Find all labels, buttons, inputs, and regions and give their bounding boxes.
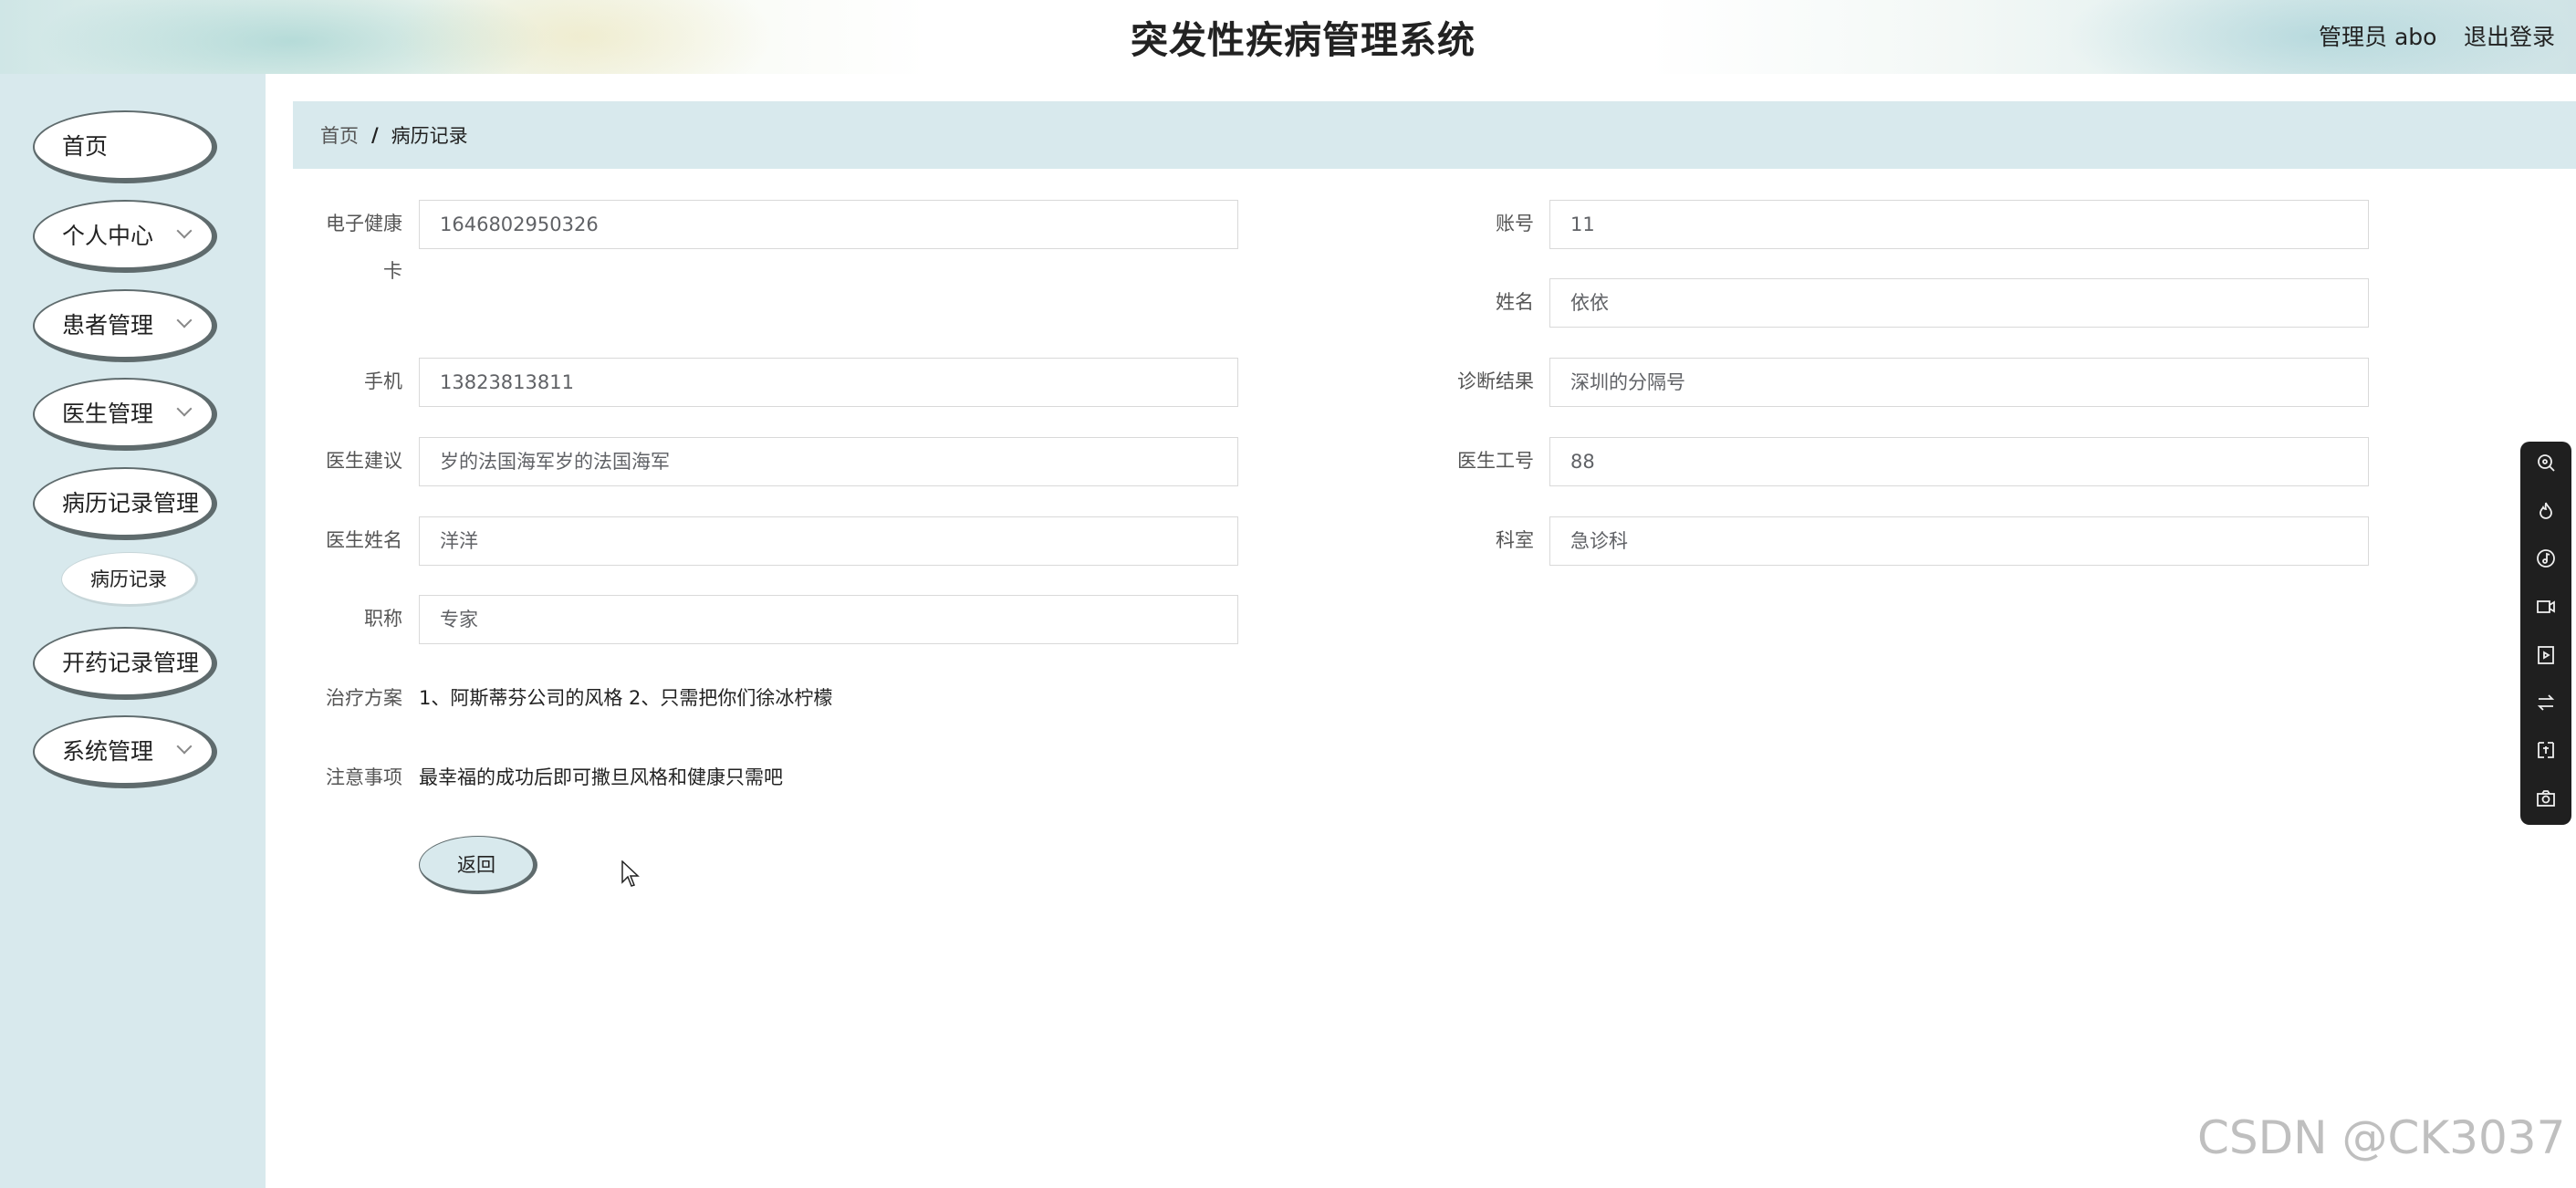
doctor-name-field[interactable]: 洋洋 <box>419 516 1238 566</box>
camera-icon[interactable] <box>2535 787 2557 809</box>
sidebar-item-home[interactable]: 首页 <box>33 110 217 183</box>
breadcrumb-home[interactable]: 首页 <box>320 121 359 149</box>
phone-field[interactable]: 13823813811 <box>419 358 1238 407</box>
diagnosis-label: 诊断结果 <box>1457 370 1534 392</box>
logout-link[interactable]: 退出登录 <box>2464 19 2555 52</box>
sidebar-item-label: 开药记录管理 <box>62 650 200 676</box>
breadcrumb: 首页 / 病历记录 <box>293 101 2576 169</box>
sidebar-item-label: 患者管理 <box>62 312 154 339</box>
header-bar: 突发性疾病管理系统 管理员 abo 退出登录 <box>0 0 2576 74</box>
sidebar-item-label: 医生管理 <box>62 401 154 427</box>
phone-label: 手机 <box>364 370 402 392</box>
sidebar-item-label: 个人中心 <box>62 223 154 249</box>
department-field[interactable]: 急诊科 <box>1549 516 2369 566</box>
search-icon[interactable] <box>2535 452 2557 474</box>
sidebar-item-patient-management[interactable]: 患者管理 <box>33 289 217 362</box>
chevron-down-icon <box>176 223 193 239</box>
title-label: 职称 <box>364 608 402 630</box>
diagnosis-field[interactable]: 深圳的分隔号 <box>1549 358 2369 407</box>
doctor-id-label: 医生工号 <box>1457 450 1534 472</box>
health-card-field[interactable]: 1646802950326 <box>419 200 1238 249</box>
play-frame-icon[interactable] <box>2535 644 2557 666</box>
sidebar-item-medical-records[interactable]: 病历记录管理 <box>33 467 217 540</box>
doctor-advice-field[interactable]: 岁的法国海军岁的法国海军 <box>419 437 1238 486</box>
chevron-down-icon <box>176 401 193 417</box>
account-label: 账号 <box>1496 213 1534 234</box>
doctor-name-label: 医生姓名 <box>326 529 402 551</box>
floating-toolbar <box>2520 442 2571 825</box>
health-card-label-line: 电子健康 <box>326 213 402 234</box>
sidebar-item-label: 系统管理 <box>62 738 154 765</box>
chevron-down-icon <box>176 738 193 755</box>
chevron-down-icon <box>176 312 193 328</box>
video-icon[interactable] <box>2535 596 2557 618</box>
department-label: 科室 <box>1496 529 1534 551</box>
app-title: 突发性疾病管理系统 <box>1131 18 1476 62</box>
sidebar-item-label: 病历记录管理 <box>62 490 200 516</box>
watermark: CSDN @CK3037 <box>2197 1111 2566 1164</box>
breadcrumb-current: 病历记录 <box>391 125 468 147</box>
sidebar-item-prescription-records[interactable]: 开药记录管理 <box>33 627 217 700</box>
title-field[interactable]: 专家 <box>419 595 1238 644</box>
doctor-advice-label: 医生建议 <box>326 450 402 472</box>
notes-text: 最幸福的成功后即可撒旦风格和健康只需吧 <box>419 766 783 788</box>
treatment-label: 治疗方案 <box>326 687 402 709</box>
music-icon[interactable] <box>2535 547 2557 569</box>
sidebar-item-system-management[interactable]: 系统管理 <box>33 715 217 788</box>
sidebar-item-label: 首页 <box>62 133 109 160</box>
sidebar-item-personal-center[interactable]: 个人中心 <box>33 200 217 273</box>
sidebar: 首页 个人中心 患者管理 医生管理 病历记录管理 病历记录 开药记录管理 系统管… <box>0 74 266 1188</box>
mouse-cursor-icon <box>621 860 640 887</box>
sidebar-subitem-medical-record[interactable]: 病历记录 <box>61 552 198 607</box>
breadcrumb-separator: / <box>371 124 379 146</box>
name-field[interactable]: 依依 <box>1549 278 2369 328</box>
swap-icon[interactable] <box>2535 692 2557 714</box>
doctor-id-field[interactable]: 88 <box>1549 437 2369 486</box>
health-card-label: 电子健康 卡 <box>320 200 402 295</box>
sidebar-subitem-label: 病历记录 <box>90 568 167 590</box>
sidebar-item-doctor-management[interactable]: 医生管理 <box>33 378 217 451</box>
notes-label: 注意事项 <box>326 766 402 788</box>
account-field[interactable]: 11 <box>1549 200 2369 249</box>
current-user-label: 管理员 abo <box>2319 24 2437 50</box>
name-label: 姓名 <box>1496 291 1534 313</box>
treatment-text: 1、阿斯蒂芬公司的风格 2、只需把你们徐冰柠檬 <box>419 687 833 709</box>
back-button[interactable]: 返回 <box>419 836 537 894</box>
flame-icon[interactable] <box>2535 500 2557 522</box>
health-card-label-line: 卡 <box>383 260 402 282</box>
translate-icon[interactable] <box>2535 739 2557 761</box>
